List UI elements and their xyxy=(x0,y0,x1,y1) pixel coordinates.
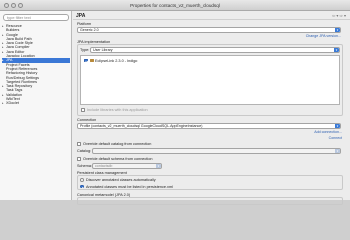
list-classes-radio[interactable] xyxy=(80,184,84,189)
schema-value: contactsdb xyxy=(95,164,113,168)
schema-select[interactable]: contactsdb ▾ xyxy=(92,163,162,169)
window-title: Properties for contacts_v2_muerth_clouds… xyxy=(130,3,220,8)
chevron-down-icon: ▾ xyxy=(335,124,340,128)
library-label: EclipseLink 2.3.0 - Indigo xyxy=(95,58,138,63)
discover-classes-label: Discover annotated classes automatically xyxy=(86,178,156,182)
library-list: EclipseLink 2.3.0 - Indigo xyxy=(80,55,340,105)
platform-value: Generic 2.0 xyxy=(80,28,99,32)
page-header: JPA ⇦ ▾ ⇨ ▾ xyxy=(73,11,350,20)
disclosure-triangle-icon[interactable]: ▸ xyxy=(2,101,4,105)
connection-label: Connection xyxy=(77,118,97,122)
jpa-implementation-group: Type: User Library ▾ EclipseLink 2.3.0 -… xyxy=(77,44,343,116)
library-checkbox[interactable] xyxy=(84,58,88,63)
persistent-class-group: Discover annotated classes automatically… xyxy=(77,175,343,190)
properties-sidebar: type filter text ▸ Resource Builders ▸ Googl… xyxy=(0,11,72,200)
filter-input[interactable]: type filter text xyxy=(3,14,69,21)
platform-label: Platform xyxy=(77,22,92,26)
jpa-page: JPA ⇦ ▾ ⇨ ▾ Platform Generic 2.0 ▾ Chang… xyxy=(73,11,350,205)
chevron-down-icon: ▾ xyxy=(335,149,340,153)
implementation-type-select[interactable]: User Library ▾ xyxy=(90,47,340,53)
override-schema-checkbox[interactable] xyxy=(77,157,81,161)
sidebar-item-label: XDoclet xyxy=(6,101,19,106)
catalog-label: Catalog: xyxy=(77,149,92,153)
discover-classes-radio[interactable] xyxy=(80,178,84,182)
catalog-select[interactable]: ▾ xyxy=(92,148,341,154)
override-catalog-checkbox[interactable] xyxy=(77,142,81,146)
type-label: Type: xyxy=(80,48,90,52)
include-libraries-label: Include libraries with this application xyxy=(87,108,148,112)
chevron-down-icon: ▾ xyxy=(335,28,340,32)
connection-value: Profile (contacts_v2_muerth_cloudsql Goo… xyxy=(80,124,203,128)
platform-select[interactable]: Generic 2.0 ▾ xyxy=(77,27,341,33)
page-title: JPA xyxy=(76,13,86,19)
include-libraries-checkbox[interactable] xyxy=(81,108,85,112)
schema-label: Schema: xyxy=(77,164,92,168)
title-bar: Properties for contacts_v2_muerth_clouds… xyxy=(0,0,350,11)
chevron-down-icon: ▾ xyxy=(156,164,161,168)
connect-link[interactable]: Connect xyxy=(329,136,342,140)
override-catalog-label: Override default catalog from connection xyxy=(83,142,152,146)
connection-select[interactable]: Profile (contacts_v2_muerth_cloudsql Goo… xyxy=(77,123,341,129)
chevron-down-icon: ▾ xyxy=(334,48,339,52)
canonical-metamodel-group xyxy=(77,197,343,205)
library-list-item[interactable]: EclipseLink 2.3.0 - Indigo xyxy=(84,58,284,63)
library-icon xyxy=(90,58,94,62)
properties-window: Properties for contacts_v2_muerth_clouds… xyxy=(0,0,350,205)
implementation-type-value: User Library xyxy=(93,48,113,52)
change-jpa-version-link[interactable]: Change JPA version... xyxy=(306,34,341,38)
list-classes-label: Annotated classes must be listed in pers… xyxy=(86,184,173,189)
nav-arrows-icon[interactable]: ⇦ ▾ ⇨ ▾ xyxy=(332,13,346,18)
sidebar-item-xdoclet[interactable]: ▸ XDoclet xyxy=(2,101,70,105)
add-connection-link[interactable]: Add connection... xyxy=(314,130,342,134)
properties-tree: ▸ Resource Builders ▸ Google Java Build Path ▸… xyxy=(2,24,70,106)
override-schema-label: Override default schema from connection xyxy=(83,157,153,161)
